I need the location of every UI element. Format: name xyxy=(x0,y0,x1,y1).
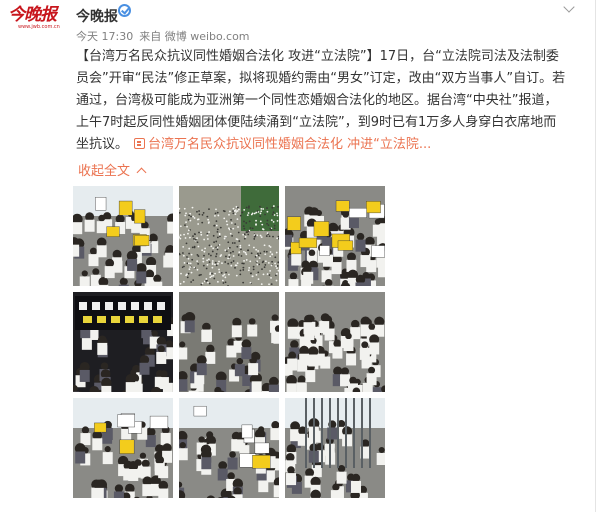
verified-badge-icon xyxy=(118,4,131,17)
collapse-label: 收起全文 xyxy=(78,164,131,179)
avatar[interactable]: 今晚报 www.jwb.com.cn xyxy=(8,6,60,30)
chevron-up-icon xyxy=(136,167,147,178)
photo-kneeling-protesters[interactable] xyxy=(179,292,279,392)
user-name-link[interactable]: 今晚报 xyxy=(76,6,118,26)
photo-crowd-banners[interactable] xyxy=(285,186,385,286)
post-text: 【台湾万名民众抗议同性婚姻合法化 攻进“立法院”】17日，台“立法院司法及法制委… xyxy=(76,46,566,156)
weibo-post-card: 今晚报 www.jwb.com.cn 今晚报 今天 17:30 来自 微博 wei… xyxy=(0,0,596,512)
avatar-logo: 今晚报 xyxy=(8,5,57,25)
photo-gate-push[interactable] xyxy=(285,398,385,498)
photo-protest-signs[interactable] xyxy=(73,186,173,286)
post-source[interactable]: 来自 微博 weibo.com xyxy=(139,30,249,43)
post-time[interactable]: 今天 17:30 xyxy=(76,30,133,43)
post-meta: 今天 17:30 来自 微博 weibo.com xyxy=(76,28,256,44)
collapse-button[interactable]: 收起全文 xyxy=(78,160,147,179)
article-link[interactable]: 台湾万名民众抗议同性婚姻合法化 冲进“立法院... xyxy=(128,137,431,152)
photo-crowd-fence[interactable] xyxy=(285,292,385,392)
article-link-text: 台湾万名民众抗议同性婚姻合法化 冲进“立法院... xyxy=(148,137,432,152)
photo-crowd-signs-street[interactable] xyxy=(73,398,173,498)
chevron-down-icon[interactable] xyxy=(562,2,576,16)
photo-grid xyxy=(73,186,385,506)
photo-aerial-crowd[interactable] xyxy=(179,186,279,286)
link-icon xyxy=(134,138,146,149)
photo-police-clash[interactable] xyxy=(179,398,279,498)
photo-banner-speakers[interactable] xyxy=(73,292,173,392)
